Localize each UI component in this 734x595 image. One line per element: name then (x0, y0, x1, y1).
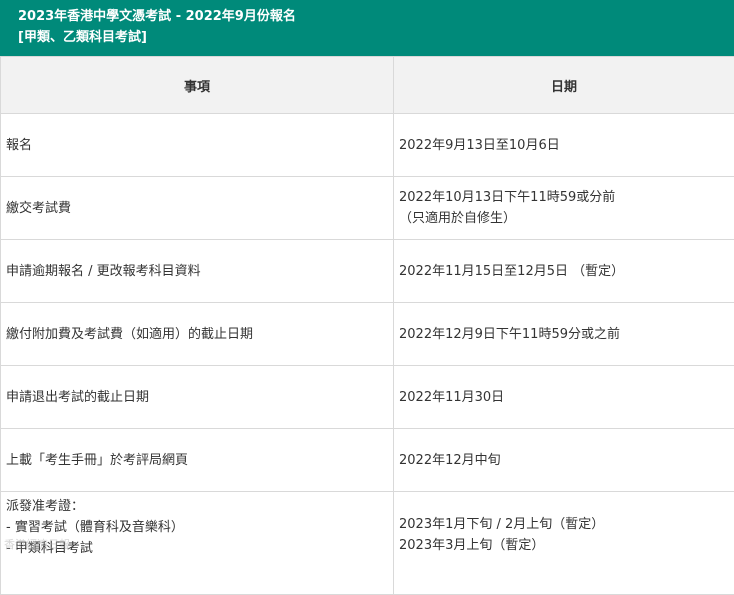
watermark: 香港經濟日報 (4, 536, 70, 552)
date-cell: 2022年12月9日下午11時59分或之前 (394, 303, 734, 366)
table-row: 繳交考試費 2022年10月13日下午11時59或分前 （只適用於自修生） (1, 177, 734, 240)
date-text: 2022年10月13日下午11時59或分前 (399, 187, 734, 208)
date-cell: 2022年10月13日下午11時59或分前 （只適用於自修生） (394, 177, 734, 240)
date-note: （只適用於自修生） (399, 208, 734, 229)
item-cell: 報名 (1, 114, 394, 177)
date-cell: 2022年9月13日至10月6日 (394, 114, 734, 177)
page-title: 2023年香港中學文憑考試 - 2022年9月份報名 (18, 6, 734, 27)
item-cell: 申請逾期報名 / 更改報考科目資料 (1, 240, 394, 303)
page-subtitle: [甲類、乙類科目考試] (18, 27, 734, 48)
item-text: 申請逾期報名 / 更改報考科目資料 (6, 261, 393, 282)
item-text: 上載「考生手冊」於考評局網頁 (6, 450, 393, 471)
item-text: 申請退出考試的截止日期 (6, 387, 393, 408)
column-header-item: 事項 (1, 57, 394, 114)
item-subitem: - 實習考試（體育科及音樂科） (6, 517, 393, 538)
table-row: 申請逾期報名 / 更改報考科目資料 2022年11月15日至12月5日 （暫定） (1, 240, 734, 303)
item-cell: 繳交考試費 (1, 177, 394, 240)
page-header-banner: 2023年香港中學文憑考試 - 2022年9月份報名 [甲類、乙類科目考試] (0, 0, 734, 56)
table-row: 派發准考證： - 實習考試（體育科及音樂科） - 甲類科目考試 2023年1月下… (1, 492, 734, 595)
date-cell: 2022年11月15日至12月5日 （暫定） (394, 240, 734, 303)
item-text: 繳交考試費 (6, 198, 393, 219)
table-header-row: 事項 日期 (1, 57, 734, 114)
date-text: 2022年9月13日至10月6日 (399, 135, 734, 156)
table-row: 申請退出考試的截止日期 2022年11月30日 (1, 366, 734, 429)
date-cell: 2022年12月中旬 (394, 429, 734, 492)
table-row: 報名 2022年9月13日至10月6日 (1, 114, 734, 177)
column-header-date: 日期 (394, 57, 734, 114)
item-cell: 上載「考生手冊」於考評局網頁 (1, 429, 394, 492)
date-text: 2022年11月30日 (399, 387, 734, 408)
date-cell: 2022年11月30日 (394, 366, 734, 429)
date-text: 2022年11月15日至12月5日 （暫定） (399, 261, 734, 282)
table-row: 上載「考生手冊」於考評局網頁 2022年12月中旬 (1, 429, 734, 492)
item-text: 派發准考證： (6, 496, 393, 517)
item-text: 繳付附加費及考試費（如適用）的截止日期 (6, 324, 393, 345)
schedule-table: 事項 日期 報名 2022年9月13日至10月6日 繳交考試費 2022年10月… (0, 56, 734, 595)
item-cell: 申請退出考試的截止日期 (1, 366, 394, 429)
date-text: 2023年3月上旬（暫定） (399, 535, 734, 556)
date-text: 2022年12月中旬 (399, 450, 734, 471)
date-cell: 2023年1月下旬 / 2月上旬（暫定） 2023年3月上旬（暫定） (394, 492, 734, 595)
item-text: 報名 (6, 135, 393, 156)
table-row: 繳付附加費及考試費（如適用）的截止日期 2022年12月9日下午11時59分或之… (1, 303, 734, 366)
date-text: 2022年12月9日下午11時59分或之前 (399, 324, 734, 345)
date-text: 2023年1月下旬 / 2月上旬（暫定） (399, 514, 734, 535)
item-cell: 繳付附加費及考試費（如適用）的截止日期 (1, 303, 394, 366)
